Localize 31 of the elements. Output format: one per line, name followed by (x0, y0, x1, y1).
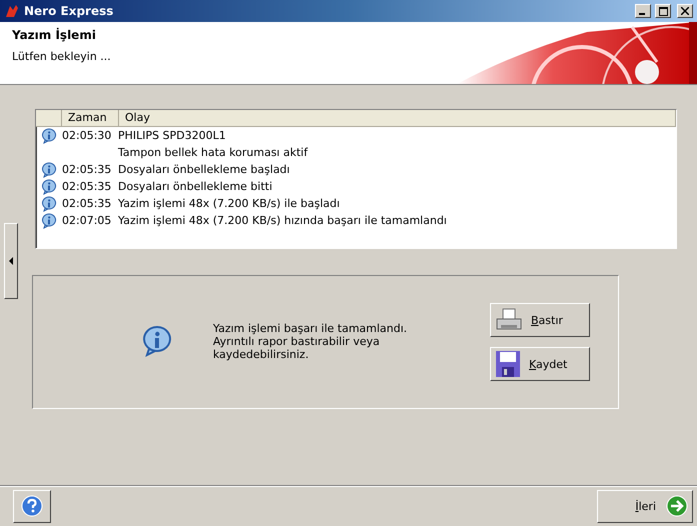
info-icon (141, 324, 173, 356)
minimize-button[interactable] (635, 4, 651, 18)
panel-toggle-button[interactable] (4, 223, 18, 299)
column-header[interactable]: Olay (119, 110, 676, 126)
event-cell-text: Yazim işlemi 48x (7.200 KB/s) ile başladı (118, 197, 341, 210)
column-header[interactable]: Zaman (62, 110, 119, 126)
next-button[interactable]: İleri (597, 490, 693, 522)
event-cell-text: Dosyaları önbellekleme bitti (118, 180, 274, 193)
close-icon (681, 7, 689, 15)
save-button[interactable]: Kaydet (490, 347, 590, 381)
time-cell-text: 02:05:35 (62, 180, 112, 193)
event-cell-text: PHILIPS SPD3200L1 (118, 129, 227, 142)
help-icon (21, 495, 43, 517)
time-cell-text: 02:07:05 (62, 214, 112, 227)
help-button[interactable] (13, 490, 51, 522)
time-cell-text: 02:05:35 (62, 197, 112, 210)
maximize-icon (658, 6, 668, 16)
event-cell-text: Tampon bellek hata koruması aktif (118, 146, 309, 159)
app-logo-icon (4, 4, 20, 18)
window-title: Nero Express (24, 4, 114, 18)
print-button[interactable]: Bastır (490, 303, 590, 337)
maximize-button[interactable] (655, 4, 671, 18)
close-button[interactable] (677, 4, 693, 18)
time-cell-text: 02:05:35 (62, 163, 112, 176)
message-text: Yazım işlemi başarı ile tamamlandı. Ayrıntılı rapor bastırabilir veya kaydedebilirsiniz. (213, 322, 408, 361)
event-cell-text: Dosyaları önbellekleme başladı (118, 163, 291, 176)
step-title: Yazım İşlemi (12, 28, 97, 42)
left-arrow-icon (9, 257, 13, 265)
time-cell-text: 02:05:30 (62, 129, 112, 142)
event-cell-text: Yazim işlemi 48x (7.200 KB/s) hızında başarı ile tamamlandı (118, 214, 448, 227)
step-subtitle: Lütfen bekleyin ... (12, 50, 111, 63)
